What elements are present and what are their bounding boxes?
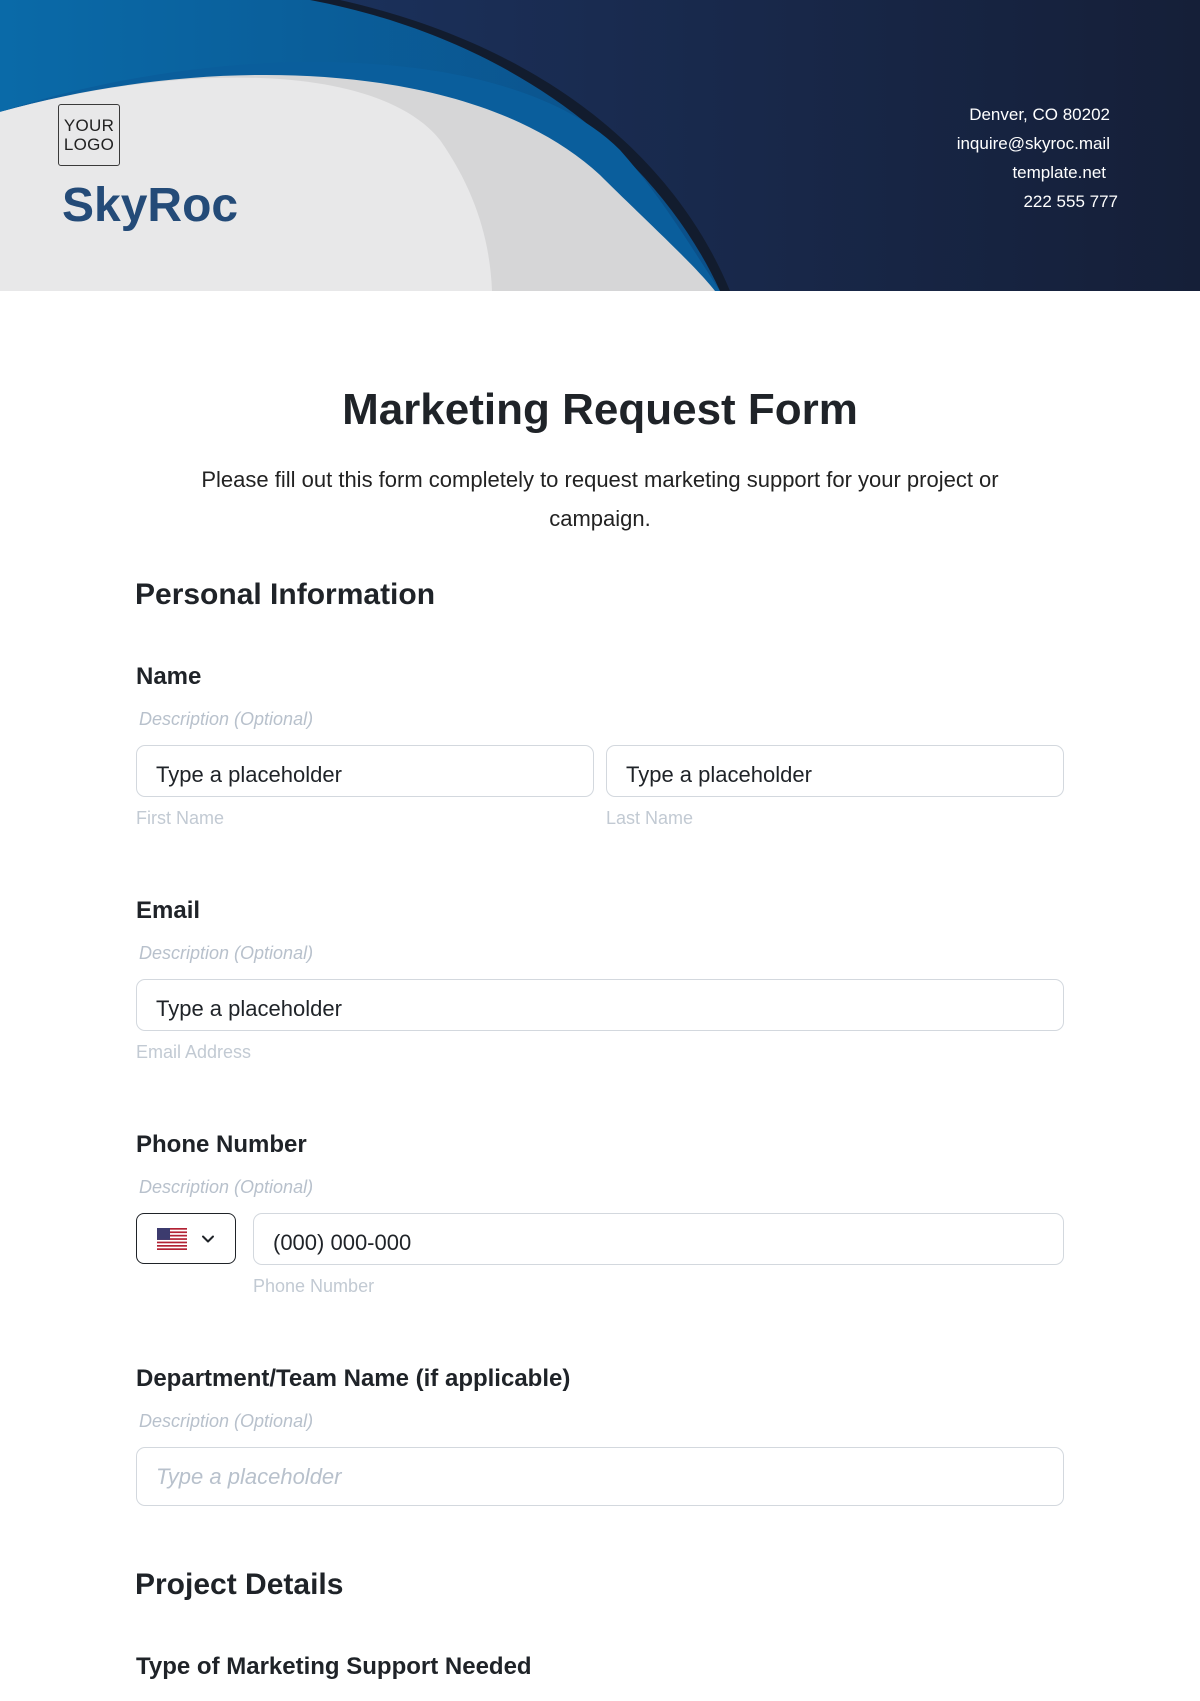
logo-text-line2: LOGO: [63, 135, 115, 154]
department-description: Description (Optional): [139, 1411, 314, 1431]
logo-text-line1: YOUR: [63, 116, 115, 135]
name-label: Name: [136, 663, 202, 690]
department-label: Department/Team Name (if applicable): [136, 1365, 571, 1392]
section-heading-project: Project Details: [135, 1568, 344, 1601]
first-name-sublabel: First Name: [136, 808, 225, 828]
section-heading-personal: Personal Information: [135, 578, 436, 611]
phone-input[interactable]: (000) 000-000: [253, 1213, 1064, 1265]
form-intro: Please fill out this form completely to …: [201, 467, 999, 531]
last-name-input[interactable]: Type a placeholder: [606, 745, 1064, 797]
phone-sublabel: Phone Number: [253, 1276, 375, 1296]
brand-name: SkyRoc: [62, 179, 239, 232]
email-description: Description (Optional): [139, 943, 314, 963]
contact-email[interactable]: inquire@skyroc.mail: [957, 129, 1110, 158]
email-input[interactable]: Type a placeholder: [136, 979, 1064, 1031]
email-sublabel: Email Address: [136, 1042, 252, 1062]
phone-description: Description (Optional): [139, 1177, 314, 1197]
first-name-input[interactable]: Type a placeholder: [136, 745, 594, 797]
department-input[interactable]: Type a placeholder: [136, 1447, 1064, 1506]
page-title: Marketing Request Form: [342, 385, 858, 434]
support-type-label: Type of Marketing Support Needed: [136, 1653, 532, 1680]
contact-phone: 222 555 777: [1023, 192, 1118, 211]
name-description: Description (Optional): [139, 709, 314, 729]
contact-block: Denver, CO 80202 inquire@skyroc.mail tem…: [957, 100, 1118, 216]
contact-address: Denver, CO 80202: [969, 105, 1110, 124]
email-label: Email: [136, 897, 201, 924]
contact-website[interactable]: template.net: [957, 158, 1110, 187]
phone-label: Phone Number: [136, 1131, 307, 1158]
last-name-sublabel: Last Name: [606, 808, 694, 828]
us-flag-icon: [157, 1227, 187, 1250]
logo-placeholder: YOUR LOGO: [58, 104, 120, 166]
country-code-select[interactable]: [136, 1213, 236, 1264]
chevron-down-icon: [202, 1235, 214, 1242]
header-banner: YOUR LOGO SkyRoc Denver, CO 80202 inquir…: [0, 0, 1200, 291]
